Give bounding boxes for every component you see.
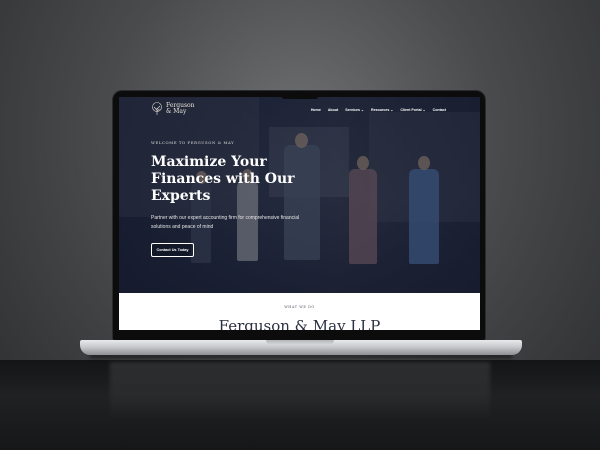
team-member-photo: [409, 169, 439, 264]
mockup-stage: Ferguson & May Home About Services ⌄ Res…: [0, 0, 600, 450]
logo-line-2: & May: [166, 108, 187, 115]
hero-subtext: Partner with our expert accounting firm …: [151, 215, 300, 230]
team-member-head: [295, 133, 308, 148]
main-menu: Home About Services ⌄ Resources ⌄ Client…: [311, 108, 446, 112]
hero-section: Ferguson & May Home About Services ⌄ Res…: [119, 97, 480, 293]
section-title: Ferguson & May LLP: [218, 317, 381, 331]
section-eyebrow: WHAT WE DO: [284, 305, 315, 309]
site-logo[interactable]: Ferguson & May: [151, 102, 195, 116]
nav-item-client-portal[interactable]: Client Portal ⌄: [400, 108, 425, 112]
what-we-do-section: WHAT WE DO Ferguson & May LLP: [119, 293, 480, 330]
nav-item-contact[interactable]: Contact: [433, 108, 446, 112]
hero-eyebrow: WELCOME TO FERGUSON & MAY: [151, 140, 235, 145]
laptop-screen: Ferguson & May Home About Services ⌄ Res…: [119, 97, 480, 330]
logo-wordmark: Ferguson & May: [166, 103, 195, 115]
top-navigation: Ferguson & May Home About Services ⌄ Res…: [119, 97, 480, 123]
hero-headline: Maximize Your Finances with Our Experts: [151, 154, 295, 204]
tree-logo-icon: [152, 102, 162, 115]
nav-item-home[interactable]: Home: [311, 108, 321, 112]
team-member-head: [418, 156, 430, 170]
team-member-photo: [349, 169, 377, 264]
laptop-reflection: [110, 362, 490, 422]
nav-item-resources[interactable]: Resources ⌄: [371, 108, 393, 112]
nav-item-services[interactable]: Services ⌄: [345, 108, 364, 112]
contact-us-button[interactable]: Contact Us Today: [151, 243, 194, 257]
camera-notch: [281, 91, 319, 99]
nav-item-about[interactable]: About: [328, 108, 338, 112]
laptop-opening-notch: [266, 340, 334, 345]
team-member-head: [357, 156, 369, 170]
